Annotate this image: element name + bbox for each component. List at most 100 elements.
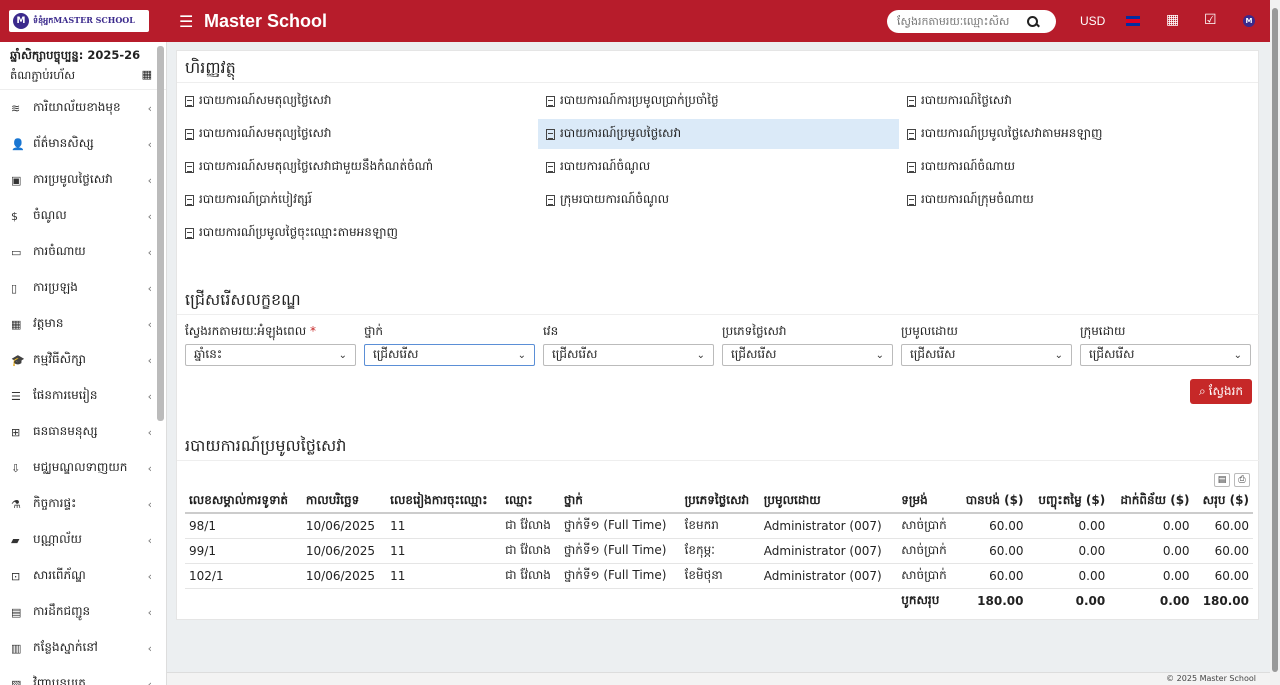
table-cell: 0.00: [1027, 563, 1110, 589]
sidebar-item[interactable]: ▦ វត្តមាន ‹: [0, 306, 166, 342]
table-cell: 10/06/2025: [301, 538, 387, 564]
filter-select[interactable]: ជ្រើសរើស ⌄: [722, 344, 893, 366]
filter-label: ថ្នាក់: [364, 323, 383, 341]
task-checklist-icon[interactable]: ☑: [1204, 12, 1217, 28]
filter-select[interactable]: ជ្រើសរើស ⌄: [543, 344, 714, 366]
report-link-label: ក្រុមរបាយការណ៍ចំណូល: [560, 192, 670, 206]
search-icon[interactable]: [1027, 15, 1039, 28]
report-link-label: របាយការណ៍ប្រមូលថ្លៃសេវា: [560, 126, 682, 140]
empty-cell: [302, 588, 386, 613]
table-cell: សាច់ប្រាក់: [897, 538, 956, 564]
document-icon: [546, 128, 555, 140]
table-cell: ជា វ៉ែលាង: [501, 513, 560, 539]
table-cell: ថ្នាក់ទី១ (Full Time): [559, 538, 681, 564]
cambodia-flag-icon[interactable]: [1126, 16, 1140, 26]
current-academic-year: ឆ្នាំសិក្សាបច្ចុប្បន្ន: 2025-26: [10, 48, 141, 62]
chevron-down-icon: ⌄: [1054, 349, 1063, 361]
empty-cell: [760, 588, 897, 613]
table-cell: 60.00: [1193, 538, 1253, 564]
report-link[interactable]: របាយការណ៍សមតុល្យថ្លៃសេវាជាមួយនឹងកំណត់ចំណ…: [177, 152, 538, 182]
sidebar-item[interactable]: ☰ ផែនការមេរៀន ‹: [0, 378, 166, 414]
sidebar-item[interactable]: $ ចំណូល ‹: [0, 198, 166, 234]
filter-label: ស្វែងរកតាមរយៈអំឡុងពេល *: [185, 323, 316, 341]
grid-icon[interactable]: ▦: [142, 68, 152, 85]
report-link[interactable]: របាយការណ៍ក្រុមចំណាយ: [899, 185, 1260, 215]
column-header: កាលបរិច្ឆេទ: [301, 489, 387, 514]
filter-label: ក្រុមដោយ: [1080, 323, 1125, 341]
logo-container[interactable]: M ទំនុំអ្នកMASTER SCHOOL: [0, 0, 167, 42]
table-row: 98/1 10/06/2025 11 ជា វ៉ែលាង ថ្នាក់ទី១ (Full…: [185, 513, 1253, 539]
page-scrollbar[interactable]: [1270, 0, 1280, 685]
report-link[interactable]: របាយការណ៍ប្រាក់បៀវត្សរ៍: [177, 185, 538, 215]
sidebar-item[interactable]: ⊡ សារពើភ័ណ្ឌ ‹: [0, 558, 166, 594]
empty-cell: [386, 588, 501, 613]
sidebar-item[interactable]: ▥ កន្លែងស្នាក់នៅ ‹: [0, 630, 166, 666]
sidebar-item[interactable]: 👤 ព័ត៌មានសិស្ស ‹: [0, 126, 166, 162]
column-header: បញ្ចុះតម្លៃ ($): [1027, 489, 1110, 514]
filter-select[interactable]: ឆ្នាំនេះ ⌄: [185, 344, 356, 366]
table-cell: ថ្នាក់ទី១ (Full Time): [559, 563, 681, 589]
column-header: ប្រភេទថ្លៃសេវា: [680, 489, 760, 514]
chevron-left-icon: ‹: [147, 245, 152, 259]
sidebar-item-icon: ▥: [11, 641, 22, 655]
report-link[interactable]: របាយការណ៍សមតុល្យថ្លៃសេវា: [177, 86, 538, 116]
table-cell: សាច់ប្រាក់: [897, 563, 956, 589]
report-link[interactable]: របាយការណ៍ការប្រមូលប្រាក់ប្រចាំថ្ងៃ: [538, 86, 899, 116]
quick-links[interactable]: តំណភ្ជាប់រហ័ស ▦: [10, 68, 156, 85]
sidebar-item[interactable]: ▭ ការចំណាយ ‹: [0, 234, 166, 270]
finance-section-title: ហិរញ្ញវត្ថុ: [177, 51, 1258, 83]
filter-select-value: ជ្រើសរើស: [1089, 347, 1135, 361]
report-link[interactable]: របាយការណ៍ប្រមូលថ្លៃសេវា: [538, 119, 899, 149]
report-link[interactable]: ក្រុមរបាយការណ៍ចំណូល: [538, 185, 899, 215]
sidebar-item-label: បណ្ណាល័យ: [33, 532, 82, 546]
student-search-input[interactable]: [897, 15, 1027, 28]
report-link[interactable]: របាយការណ៍ថ្លៃសេវា: [899, 86, 1260, 116]
report-link[interactable]: របាយការណ៍សមតុល្យថ្លៃសេវា: [177, 119, 538, 149]
sidebar-item[interactable]: ▣ ការប្រមូលថ្លៃសេវា ‹: [0, 162, 166, 198]
filter-select[interactable]: ជ្រើសរើស ⌄: [1080, 344, 1251, 366]
sidebar-item[interactable]: ▰ បណ្ណាល័យ ‹: [0, 522, 166, 558]
sidebar-item[interactable]: ⚗ កិច្ចការផ្ទះ ‹: [0, 486, 166, 522]
hamburger-menu-icon[interactable]: ☰: [179, 12, 195, 31]
table-cell: 0.00: [1109, 563, 1194, 589]
table-cell: ថ្នាក់ទី១ (Full Time): [559, 513, 681, 539]
sidebar-item-label: ការប្រមូលថ្លៃសេវា: [33, 172, 113, 186]
sidebar-item-label: ការចំណាយ: [33, 244, 86, 258]
filter-select[interactable]: ជ្រើសរើស ⌄: [364, 344, 535, 366]
user-avatar[interactable]: M: [1243, 15, 1255, 27]
total-cell: 180.00: [1202, 593, 1249, 608]
export-excel-icon[interactable]: ▤: [1214, 473, 1230, 487]
table-cell: Administrator (007): [759, 563, 898, 589]
main-content: ហិរញ្ញវត្ថុ របាយការណ៍សមតុល្យថ្លៃសេវា របាយ…: [176, 50, 1260, 620]
table-cell: 0.00: [1027, 538, 1110, 564]
sidebar-item[interactable]: 🎓 កម្មវិធីសិក្សា ‹: [0, 342, 166, 378]
report-link[interactable]: របាយការណ៍ចំណូល: [538, 152, 899, 182]
report-link[interactable]: របាយការណ៍ប្រមូលថ្លៃសេវាតាមអនឡាញ: [899, 119, 1260, 149]
table-cell: 60.00: [955, 513, 1028, 539]
sidebar-item[interactable]: ⇩ មជ្ឈមណ្ឌលទាញយក ‹: [0, 450, 166, 486]
currency-selector[interactable]: USD: [1080, 14, 1105, 28]
table-cell: 60.00: [955, 538, 1028, 564]
report-link[interactable]: របាយការណ៍ចំណាយ: [899, 152, 1260, 182]
report-link-label: របាយការណ៍ក្រុមចំណាយ: [921, 192, 1034, 206]
sidebar-item[interactable]: ▧ វិញ្ញាបនបត្រ ‹: [0, 666, 166, 685]
logo[interactable]: M ទំនុំអ្នកMASTER SCHOOL: [9, 10, 149, 32]
sidebar-item-icon: ▰: [11, 533, 20, 547]
filter-select[interactable]: ជ្រើសរើស ⌄: [901, 344, 1072, 366]
report-link[interactable]: របាយការណ៍ប្រមូលថ្លៃចុះឈ្មោះតាមអនឡាញ: [177, 218, 538, 248]
report-link-label: របាយការណ៍សមតុល្យថ្លៃសេវាជាមួយនឹងកំណត់ចំណ…: [199, 159, 434, 173]
sidebar-item[interactable]: ≋ ការិយាល័យខាងមុខ ‹: [0, 90, 166, 126]
logo-mark-icon: M: [13, 13, 29, 29]
filter-label-text: ក្រុមដោយ: [1080, 324, 1126, 338]
sidebar-item[interactable]: ▤ ការដឹកជញ្ជូន ‹: [0, 594, 166, 630]
sidebar-item[interactable]: ⊞ ធនធានមនុស្ស ‹: [0, 414, 166, 450]
table-cell: 0.00: [1109, 513, 1194, 539]
print-icon[interactable]: ⎙: [1234, 473, 1250, 487]
calendar-icon[interactable]: ▦: [1166, 12, 1179, 28]
total-cell: 180.00: [977, 593, 1024, 608]
sidebar-item-icon: ⚗: [11, 497, 21, 511]
search-button[interactable]: ⌕ ស្វែងរក: [1190, 379, 1252, 404]
sidebar-item[interactable]: ▯ ការប្រឡង ‹: [0, 270, 166, 306]
table-cell: សាច់ប្រាក់: [897, 513, 956, 539]
sidebar-scrollbar[interactable]: [157, 46, 164, 421]
